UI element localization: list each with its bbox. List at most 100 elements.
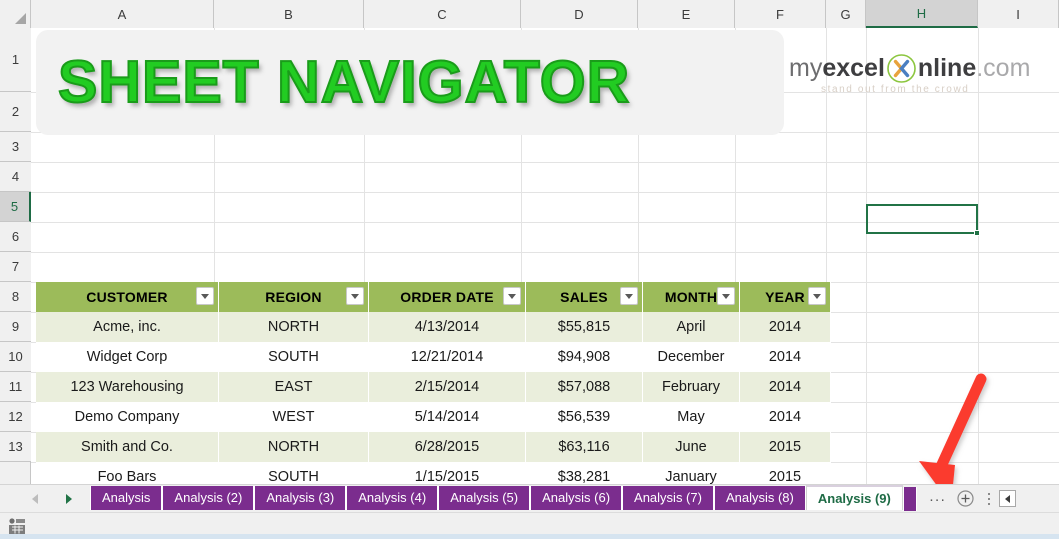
table-cell[interactable]: $56,539 xyxy=(526,402,643,432)
table-cell[interactable]: June xyxy=(643,432,740,462)
table-cell[interactable]: 1/15/2015 xyxy=(369,462,526,484)
filter-dropdown-button-customer[interactable] xyxy=(196,287,214,305)
sheet-tab-analysis-8[interactable]: Analysis (8) xyxy=(713,485,806,510)
horizontal-scroll-left-button[interactable] xyxy=(998,490,1016,507)
sheet-tab-analysis-2[interactable]: Analysis (2) xyxy=(162,485,255,510)
filter-dropdown-icon xyxy=(351,293,359,299)
table-cell[interactable]: Smith and Co. xyxy=(36,432,219,462)
table-cell[interactable]: NORTH xyxy=(219,432,369,462)
row-header-4[interactable]: 4 xyxy=(0,162,31,192)
horizontal-scrollbar[interactable] xyxy=(0,534,1059,539)
table-row[interactable]: 123 Warehousing EAST 2/15/2014 $57,088 Febru… xyxy=(36,372,831,402)
table-cell[interactable]: May xyxy=(643,402,740,432)
sheet-tab-analysis-5[interactable]: Analysis (5) xyxy=(438,485,531,510)
excel-window: ABCDEFGHI 1 2 3 4 5 6 7 8 9 10 11 12 13 SHEET NAVIGA… xyxy=(0,0,1059,539)
row-header-10[interactable]: 10 xyxy=(0,342,31,372)
table-cell[interactable]: 2014 xyxy=(740,372,831,402)
filter-dropdown-button-month[interactable] xyxy=(717,287,735,305)
table-cell[interactable]: 2015 xyxy=(740,462,831,484)
select-all-corner[interactable] xyxy=(0,0,31,28)
table-cell[interactable]: Demo Company xyxy=(36,402,219,432)
sheet-view-button[interactable] xyxy=(8,516,30,536)
gridline-horizontal xyxy=(31,252,1059,253)
table-cell[interactable]: January xyxy=(643,462,740,484)
table-row[interactable]: Acme, inc. NORTH 4/13/2014 $55,815 April 2014 xyxy=(36,312,831,342)
table-cell[interactable]: 2014 xyxy=(740,312,831,342)
table-cell[interactable]: $63,116 xyxy=(526,432,643,462)
table-cell[interactable]: Acme, inc. xyxy=(36,312,219,342)
filter-dropdown-button-sales[interactable] xyxy=(620,287,638,305)
table-cell[interactable]: 5/14/2014 xyxy=(369,402,526,432)
table-row[interactable]: Smith and Co. NORTH 6/28/2015 $63,116 June 20… xyxy=(36,432,831,462)
column-header-customer: CUSTOMER xyxy=(36,282,219,312)
add-sheet-button[interactable] xyxy=(951,487,981,511)
column-header-c[interactable]: C xyxy=(364,0,521,28)
table-cell[interactable]: SOUTH xyxy=(219,462,369,484)
row-header-1[interactable]: 1 xyxy=(0,28,31,92)
row-header-9[interactable]: 9 xyxy=(0,312,31,342)
table-cell[interactable]: SOUTH xyxy=(219,342,369,372)
table-cell[interactable]: Widget Corp xyxy=(36,342,219,372)
previous-sheet-button[interactable] xyxy=(18,493,52,504)
sheet-tab-analysis-9[interactable]: Analysis (9) xyxy=(805,484,903,510)
table-cell[interactable]: NORTH xyxy=(219,312,369,342)
sheet-tab-analysis-7[interactable]: Analysis (7) xyxy=(622,485,714,510)
table-cell[interactable]: $94,908 xyxy=(526,342,643,372)
table-cell[interactable]: 123 Warehousing xyxy=(36,372,219,402)
fill-handle[interactable] xyxy=(974,230,980,236)
table-row[interactable]: Foo Bars SOUTH 1/15/2015 $38,281 January 2015 xyxy=(36,462,831,484)
more-options-button[interactable] xyxy=(981,487,997,511)
sheet-tab-analysis[interactable]: Analysis xyxy=(90,485,163,510)
table-cell[interactable]: December xyxy=(643,342,740,372)
table-cell[interactable]: Foo Bars xyxy=(36,462,219,484)
sheet-overflow-button[interactable]: ... xyxy=(925,487,951,511)
column-header-b[interactable]: B xyxy=(214,0,364,28)
table-cell[interactable]: $57,088 xyxy=(526,372,643,402)
row-header-7[interactable]: 7 xyxy=(0,252,31,282)
table-cell[interactable]: 4/13/2014 xyxy=(369,312,526,342)
table-cell[interactable]: WEST xyxy=(219,402,369,432)
table-row[interactable]: Demo Company WEST 5/14/2014 $56,539 May 2014 xyxy=(36,402,831,432)
table-cell[interactable]: 6/28/2015 xyxy=(369,432,526,462)
filter-dropdown-button-region[interactable] xyxy=(346,287,364,305)
table-cell[interactable]: 2015 xyxy=(740,432,831,462)
row-header-11[interactable]: 11 xyxy=(0,372,31,402)
row-header-13[interactable]: 13 xyxy=(0,432,31,462)
sheet-tab-analysis-3[interactable]: Analysis (3) xyxy=(254,485,347,510)
table-cell[interactable]: April xyxy=(643,312,740,342)
table-cell[interactable]: 12/21/2014 xyxy=(369,342,526,372)
column-header-f[interactable]: F xyxy=(735,0,826,28)
selected-cell-h5[interactable] xyxy=(866,204,980,236)
column-header-g[interactable]: G xyxy=(826,0,866,28)
row-header-3[interactable]: 3 xyxy=(0,132,31,162)
row-header-6[interactable]: 6 xyxy=(0,222,31,252)
filter-dropdown-icon xyxy=(813,293,821,299)
column-header-i[interactable]: I xyxy=(978,0,1059,28)
row-header-5[interactable]: 5 xyxy=(0,192,31,222)
column-header-a[interactable]: A xyxy=(31,0,214,28)
table-cell[interactable]: 2014 xyxy=(740,342,831,372)
spreadsheet-grid[interactable]: SHEET NAVIGATOR my excel nline .com stand … xyxy=(31,28,1059,484)
table-cell[interactable]: EAST xyxy=(219,372,369,402)
table-cell[interactable]: February xyxy=(643,372,740,402)
table-cell[interactable]: $55,815 xyxy=(526,312,643,342)
filter-dropdown-button-order-date[interactable] xyxy=(503,287,521,305)
gridline-vertical xyxy=(978,28,979,484)
sheet-tab-analysis-6[interactable]: Analysis (6) xyxy=(530,485,623,510)
row-header-2[interactable]: 2 xyxy=(0,92,31,132)
row-header-12[interactable]: 12 xyxy=(0,402,31,432)
sheet-tab-partial[interactable] xyxy=(902,487,917,511)
filter-dropdown-button-year[interactable] xyxy=(808,287,826,305)
column-header-region: REGION xyxy=(219,282,369,312)
column-header-year: YEAR xyxy=(740,282,831,312)
table-cell[interactable]: 2014 xyxy=(740,402,831,432)
table-row[interactable]: Widget Corp SOUTH 12/21/2014 $94,908 Decembe… xyxy=(36,342,831,372)
next-sheet-button[interactable] xyxy=(52,493,86,504)
column-header-h[interactable]: H xyxy=(866,0,978,28)
table-cell[interactable]: 2/15/2014 xyxy=(369,372,526,402)
row-header-8[interactable]: 8 xyxy=(0,282,31,312)
sheet-tab-analysis-4[interactable]: Analysis (4) xyxy=(346,485,439,510)
column-header-e[interactable]: E xyxy=(638,0,735,28)
column-header-d[interactable]: D xyxy=(521,0,638,28)
table-cell[interactable]: $38,281 xyxy=(526,462,643,484)
